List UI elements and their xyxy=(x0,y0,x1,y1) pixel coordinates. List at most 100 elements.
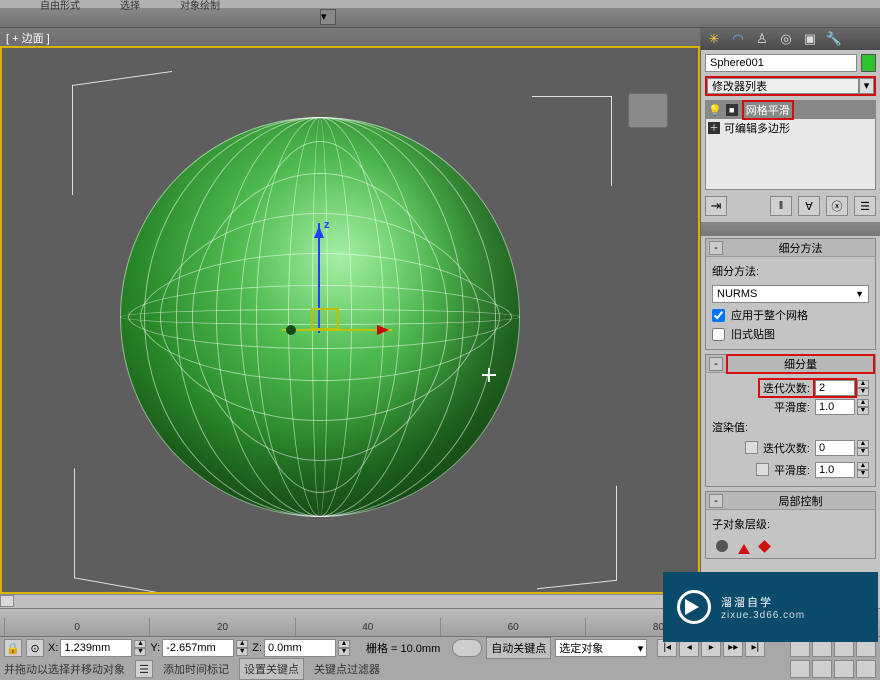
maximize-viewport-icon[interactable] xyxy=(856,660,876,678)
spinner-down-icon[interactable]: ▼ xyxy=(857,388,869,396)
spinner-down-icon[interactable]: ▼ xyxy=(338,648,350,656)
modifier-list-dropdown[interactable]: ▾ xyxy=(705,76,876,96)
expand-icon[interactable]: ＋ xyxy=(708,122,720,134)
lock-selection-icon[interactable]: 🔒 xyxy=(4,639,22,657)
set-key-button[interactable]: 设置关键点 xyxy=(239,658,304,680)
rollout-subdivision-method: -细分方法 细分方法: NURMS▼ 应用于整个网格 旧式贴图 xyxy=(705,238,876,350)
timeline-tick: 20 xyxy=(149,618,294,636)
render-smooth-checkbox[interactable] xyxy=(756,463,769,476)
bounding-box-corner xyxy=(532,96,612,186)
watermark-brand: 溜溜自学 xyxy=(721,597,773,609)
face-level-icon[interactable] xyxy=(758,540,771,553)
rollout-toggle[interactable]: - xyxy=(709,494,723,508)
chevron-down-icon[interactable]: ▾ xyxy=(859,78,874,94)
stack-item-meshsmooth[interactable]: 💡 ■ 网格平滑 xyxy=(706,101,875,119)
spinner-down-icon[interactable]: ▼ xyxy=(857,448,869,456)
subobj-label: 子对象层级: xyxy=(712,516,770,532)
remove-modifier-icon[interactable]: ⓧ xyxy=(826,196,848,216)
modifier-stack[interactable]: 💡 ■ 网格平滑 ＋ 可编辑多边形 xyxy=(705,100,876,190)
edge-level-icon[interactable] xyxy=(738,538,750,554)
spinner-down-icon[interactable]: ▼ xyxy=(236,648,248,656)
axis-plane[interactable] xyxy=(311,308,339,330)
viewport-scrollbar[interactable] xyxy=(0,594,700,608)
stack-item-label: 可编辑多边形 xyxy=(724,120,790,136)
selection-filter-dropdown[interactable]: 选定对象▾ xyxy=(555,639,647,657)
x-input[interactable] xyxy=(60,639,132,657)
bulb-icon[interactable]: 💡 xyxy=(708,104,722,117)
modify-tab-icon[interactable]: ◠ xyxy=(729,30,747,48)
hierarchy-tab-icon[interactable]: ♙ xyxy=(753,30,771,48)
viewport-label[interactable]: [ + 边面 ] xyxy=(0,28,700,46)
vertex-level-icon[interactable] xyxy=(716,540,728,552)
spinner-up-icon[interactable]: ▲ xyxy=(236,640,248,648)
rollout-toggle[interactable]: - xyxy=(709,357,723,371)
set-key-button[interactable] xyxy=(452,639,482,657)
scrollbar-thumb[interactable] xyxy=(0,595,14,607)
viewport-nav-icon[interactable] xyxy=(834,660,854,678)
spinner-up-icon[interactable]: ▲ xyxy=(857,440,869,448)
smoothness-input[interactable] xyxy=(815,399,855,415)
auto-key-button[interactable]: 自动关键点 xyxy=(486,637,551,659)
z-input[interactable] xyxy=(264,639,336,657)
y-input[interactable] xyxy=(162,639,234,657)
spinner-down-icon[interactable]: ▼ xyxy=(134,648,146,656)
spinner-down-icon[interactable]: ▼ xyxy=(857,470,869,478)
rollout-local-control: -局部控制 子对象层级: xyxy=(705,491,876,559)
spinner-up-icon[interactable]: ▲ xyxy=(857,380,869,388)
key-filter-button[interactable]: 关键点过滤器 xyxy=(314,661,380,677)
old-style-checkbox[interactable] xyxy=(712,328,725,341)
viewcube-icon[interactable] xyxy=(628,93,668,128)
motion-tab-icon[interactable]: ◎ xyxy=(777,30,795,48)
stack-item-editablepoly[interactable]: ＋ 可编辑多边形 xyxy=(706,119,875,137)
ribbon-dropdown[interactable]: ▾ xyxy=(320,9,336,25)
create-tab-icon[interactable]: ✳ xyxy=(705,30,723,48)
command-panel: ✳ ◠ ♙ ◎ ▣ 🔧 ▾ 💡 ■ 网格平滑 ＋ 可编辑多边形 xyxy=(700,28,880,608)
render-iterations-label: 迭代次数: xyxy=(760,440,813,456)
viewport-nav-icon[interactable] xyxy=(812,660,832,678)
configure-sets-icon[interactable]: ☰ xyxy=(854,196,876,216)
method-select[interactable]: NURMS▼ xyxy=(712,285,869,303)
pin-stack-icon[interactable]: ⇥ xyxy=(705,196,727,216)
selection-lock-icon[interactable]: ⊙ xyxy=(26,639,44,657)
y-label: Y: xyxy=(150,642,160,654)
apply-whole-checkbox[interactable] xyxy=(712,309,725,322)
render-iter-checkbox[interactable] xyxy=(745,441,758,454)
x-label: X: xyxy=(48,642,58,654)
render-smoothness-input[interactable] xyxy=(815,462,855,478)
apply-whole-label: 应用于整个网格 xyxy=(731,307,808,323)
status-hint: 并拖动以选择并移动对象 xyxy=(4,661,125,677)
gizmo-origin xyxy=(286,325,296,335)
object-color-swatch[interactable] xyxy=(861,54,876,72)
transform-gizmo[interactable]: z xyxy=(282,223,402,343)
utilities-tab-icon[interactable]: 🔧 xyxy=(825,30,843,48)
bounding-box-corner xyxy=(74,468,184,594)
object-name-input[interactable] xyxy=(705,54,857,72)
add-time-marker[interactable]: 添加时间标记 xyxy=(163,661,229,677)
show-end-result-icon[interactable]: ‖ xyxy=(770,196,792,216)
rollout-title: 局部控制 xyxy=(726,493,875,509)
time-tag-icon[interactable]: ☰ xyxy=(135,660,153,678)
viewport[interactable]: z xyxy=(0,46,700,594)
spinner-up-icon[interactable]: ▲ xyxy=(857,399,869,407)
spinner-up-icon[interactable]: ▲ xyxy=(857,462,869,470)
viewport-nav-icon[interactable] xyxy=(790,660,810,678)
render-iterations-input[interactable] xyxy=(815,440,855,456)
display-tab-icon[interactable]: ▣ xyxy=(801,30,819,48)
modifier-list-label xyxy=(707,78,859,94)
stack-item-label: 网格平滑 xyxy=(742,100,794,120)
timeline-tick: 40 xyxy=(295,618,440,636)
old-style-label: 旧式贴图 xyxy=(731,326,775,342)
smoothness-label: 平滑度: xyxy=(771,399,813,415)
make-unique-icon[interactable]: ∀ xyxy=(798,196,820,216)
spinner-down-icon[interactable]: ▼ xyxy=(857,407,869,415)
expand-icon[interactable]: ■ xyxy=(726,104,738,116)
watermark: 溜溜自学 zixue.3d66.com xyxy=(663,572,878,642)
rollout-toggle[interactable]: - xyxy=(709,241,723,255)
spinner-up-icon[interactable]: ▲ xyxy=(338,640,350,648)
iterations-input[interactable] xyxy=(815,380,855,396)
ribbon-bar: ▾ xyxy=(0,8,880,28)
watermark-domain: zixue.3d66.com xyxy=(721,610,805,621)
grid-size-label: 栅格 = 10.0mm xyxy=(366,640,440,656)
spinner-up-icon[interactable]: ▲ xyxy=(134,640,146,648)
chevron-down-icon: ▼ xyxy=(855,289,864,299)
